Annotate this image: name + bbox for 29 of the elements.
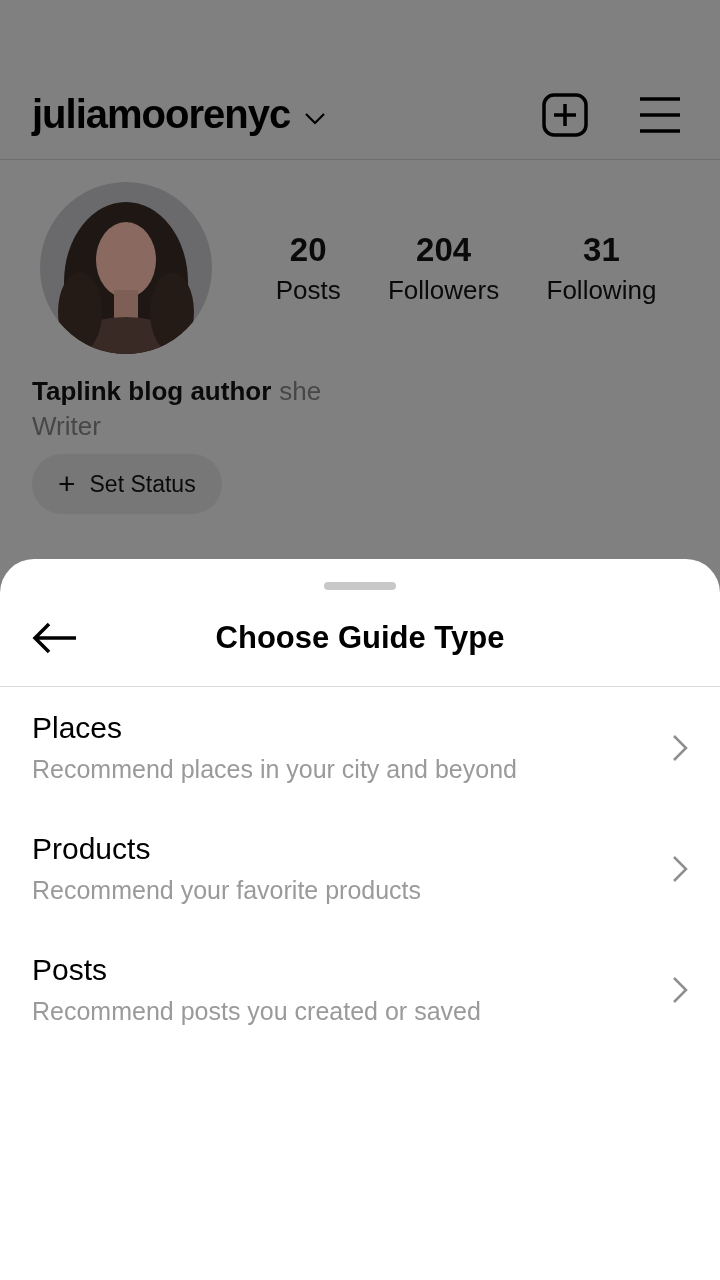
stat-count: 204 bbox=[416, 230, 472, 269]
pronouns: she bbox=[279, 376, 322, 407]
option-description: Recommend your favorite products bbox=[32, 876, 423, 905]
back-button[interactable] bbox=[32, 622, 78, 654]
chevron-right-icon bbox=[672, 854, 688, 883]
chevron-right-icon bbox=[672, 975, 688, 1004]
category-label: Writer bbox=[32, 411, 101, 442]
drag-handle[interactable] bbox=[324, 582, 396, 590]
option-title: Products bbox=[32, 832, 152, 866]
guide-type-option[interactable]: Posts Recommend posts you created or saved bbox=[0, 929, 720, 1050]
guide-type-option[interactable]: Places Recommend places in your city and beyond bbox=[0, 687, 720, 808]
profile-name: Taplink blog author bbox=[32, 376, 272, 407]
menu-icon[interactable] bbox=[640, 95, 680, 134]
option-title: Posts bbox=[32, 953, 109, 987]
chevron-right-icon bbox=[672, 733, 688, 762]
stat-label: Posts bbox=[275, 274, 341, 306]
stat-label: Following bbox=[546, 274, 657, 306]
option-description: Recommend posts you created or saved bbox=[32, 997, 482, 1026]
option-title: Places bbox=[32, 711, 124, 745]
guide-type-option[interactable]: Products Recommend your favorite products bbox=[0, 808, 720, 929]
chevron-down-icon[interactable] bbox=[304, 111, 327, 126]
sheet-title: Choose Guide Type bbox=[214, 620, 506, 656]
stat-count: 31 bbox=[583, 230, 620, 269]
username: juliamoorenyc bbox=[32, 92, 291, 137]
stat-label: Followers bbox=[387, 274, 500, 306]
add-icon[interactable] bbox=[542, 92, 588, 137]
stat-count: 20 bbox=[289, 230, 327, 269]
option-description: Recommend places in your city and beyond bbox=[32, 755, 518, 784]
set-status-button[interactable]: + Set Status bbox=[32, 454, 222, 514]
